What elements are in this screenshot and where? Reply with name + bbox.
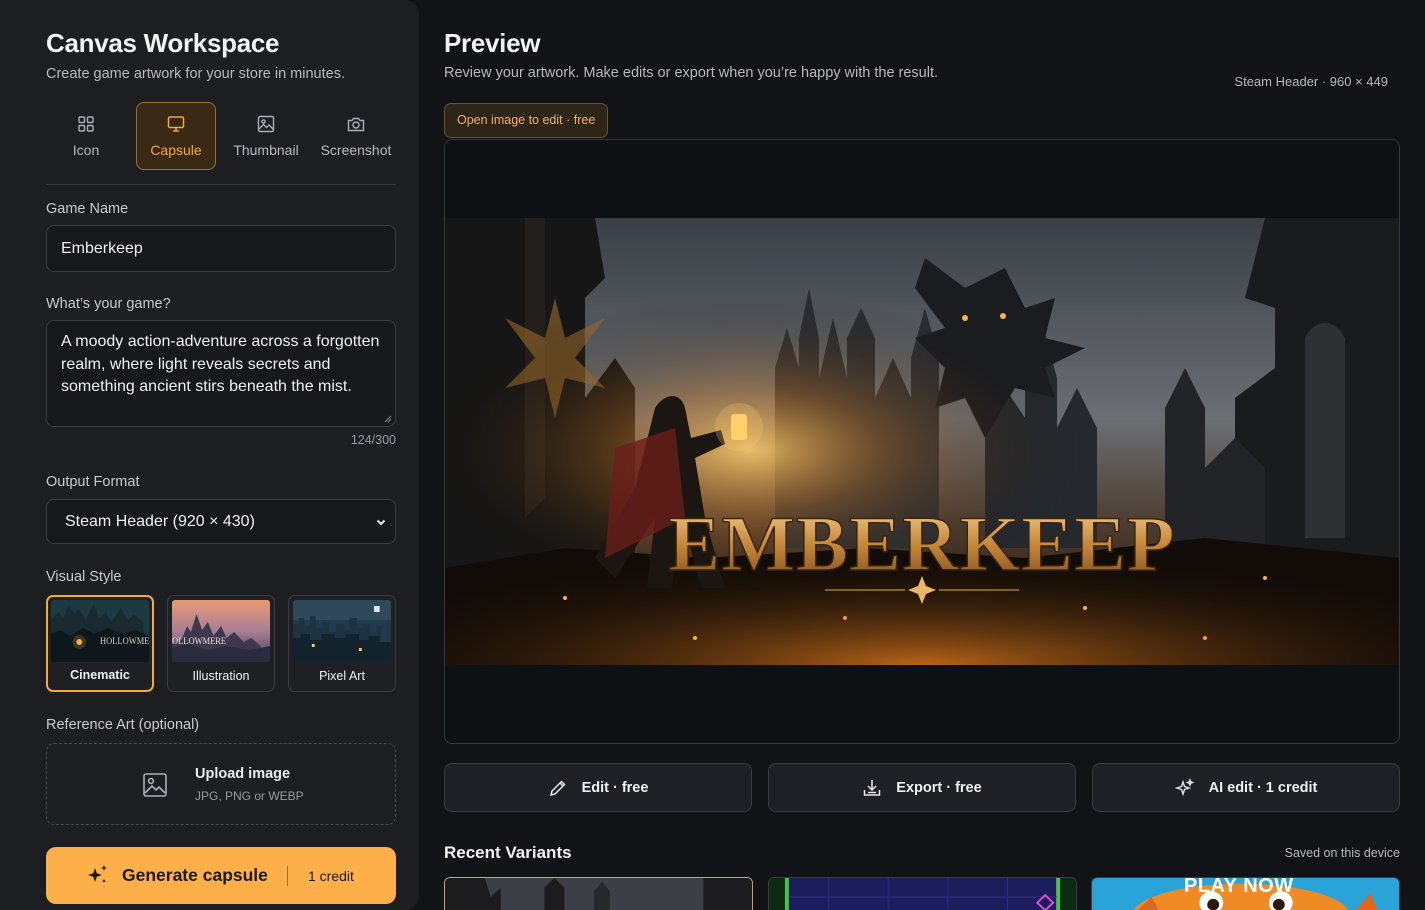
tab-capsule[interactable]: Capsule: [136, 102, 216, 170]
variant-thumbnail[interactable]: [444, 877, 753, 910]
export-label: Export · free: [896, 779, 982, 796]
ai-edit-button[interactable]: AI edit · 1 credit: [1092, 763, 1400, 812]
generate-button[interactable]: Generate capsule 1 credit: [46, 847, 396, 904]
sparkles-icon: [88, 865, 107, 883]
resize-handle-icon[interactable]: [384, 415, 392, 423]
description-textarea[interactable]: A moody action-adventure across a forgot…: [46, 320, 396, 427]
download-icon: [864, 779, 881, 796]
visual-style-label: Visual Style: [46, 569, 122, 585]
generated-artwork: EMBERKEEP: [445, 218, 1399, 665]
style-thumbnail: HOLLOWMERE: [51, 600, 149, 662]
ai-edit-label: AI edit · 1 credit: [1208, 779, 1318, 796]
tab-label: Capsule: [150, 142, 202, 158]
artwork-title: EMBERKEEP: [668, 500, 1175, 587]
tab-label: Icon: [72, 142, 100, 158]
recent-variants-list: PLAY NOW: [444, 877, 1400, 910]
format-meta: Steam Header · 960 × 449: [1234, 74, 1388, 89]
style-name: Pixel Art: [319, 669, 365, 683]
style-option-pixel-art[interactable]: Pixel Art: [288, 595, 396, 692]
variant-thumbnail[interactable]: PLAY NOW: [1091, 877, 1400, 910]
edit-label: Edit · free: [581, 779, 649, 796]
output-format-label: Output Format: [46, 474, 140, 490]
description-text: A moody action-adventure across a forgot…: [61, 333, 380, 395]
output-format-select[interactable]: Steam Header (920 × 430): [46, 499, 396, 544]
tab-icon[interactable]: Icon: [46, 102, 126, 170]
output-format-value: Steam Header (920 × 430): [65, 513, 255, 530]
sidebar: Canvas Workspace Create game artwork for…: [0, 0, 419, 910]
variant-thumbnail-text: PLAY NOW: [1184, 877, 1294, 897]
char-count: 124/300: [350, 433, 396, 447]
description-label: What’s your game?: [46, 296, 171, 312]
monitor-icon: [167, 116, 185, 132]
generate-credit: 1 credit: [308, 868, 354, 884]
asset-type-tabs: Icon Capsule Thumbnail Screenshot: [46, 102, 396, 170]
divider: [287, 866, 288, 886]
sparkles-icon: [1174, 777, 1195, 796]
tab-label: Thumbnail: [233, 142, 299, 158]
style-thumbnail-text: HOLLOWMERE: [100, 636, 149, 646]
sidebar-subtitle: Create game artwork for your store in mi…: [46, 66, 345, 82]
page-subtitle: Review your artwork. Make edits or expor…: [444, 65, 939, 81]
game-name-label: Game Name: [46, 201, 129, 217]
generate-label: Generate capsule: [122, 865, 268, 885]
tab-screenshot[interactable]: Screenshot: [316, 102, 396, 170]
pencil-icon: [549, 779, 566, 796]
style-name: Illustration: [192, 669, 250, 683]
sidebar-title: Canvas Workspace: [46, 28, 280, 58]
upload-formats: JPG, PNG or WEBP: [195, 789, 304, 803]
style-name: Cinematic: [70, 668, 130, 682]
upload-dropzone[interactable]: Upload image JPG, PNG or WEBP: [46, 743, 396, 825]
page-title: Preview: [444, 28, 541, 58]
style-option-illustration[interactable]: OLLOWMERE Illustration: [167, 595, 275, 692]
export-button[interactable]: Export · free: [768, 763, 1076, 812]
camera-icon: [347, 117, 365, 132]
style-thumbnail: OLLOWMERE: [172, 600, 270, 662]
recent-variants-title: Recent Variants: [444, 843, 572, 862]
tab-label: Screenshot: [320, 142, 392, 158]
image-upload-icon: [143, 773, 167, 797]
variant-thumbnail[interactable]: [767, 877, 1077, 910]
grid-icon: [78, 116, 94, 132]
visual-style-options: HOLLOWMERE Cinematic OLLOWMERE Illustrat…: [46, 595, 396, 692]
style-option-cinematic[interactable]: HOLLOWMERE Cinematic: [46, 595, 154, 692]
preview-actions: Edit · free Export · free AI edit · 1 cr…: [444, 763, 1400, 812]
divider: [46, 184, 396, 185]
tab-thumbnail[interactable]: Thumbnail: [226, 102, 306, 170]
edit-button[interactable]: Edit · free: [444, 763, 752, 812]
style-thumbnail: [293, 600, 391, 662]
recent-variants-meta: Saved on this device: [1284, 846, 1400, 860]
reference-art-label: Reference Art (optional): [46, 717, 200, 733]
game-name-input[interactable]: Emberkeep: [46, 225, 396, 272]
chevron-down-icon: [376, 519, 386, 526]
style-thumbnail-text: OLLOWMERE: [172, 636, 226, 646]
upload-title: Upload image: [195, 766, 291, 782]
image-icon: [257, 115, 275, 133]
preview-canvas[interactable]: EMBERKEEP: [444, 139, 1400, 744]
open-image-edit-chip[interactable]: Open image to edit · free: [444, 103, 609, 138]
